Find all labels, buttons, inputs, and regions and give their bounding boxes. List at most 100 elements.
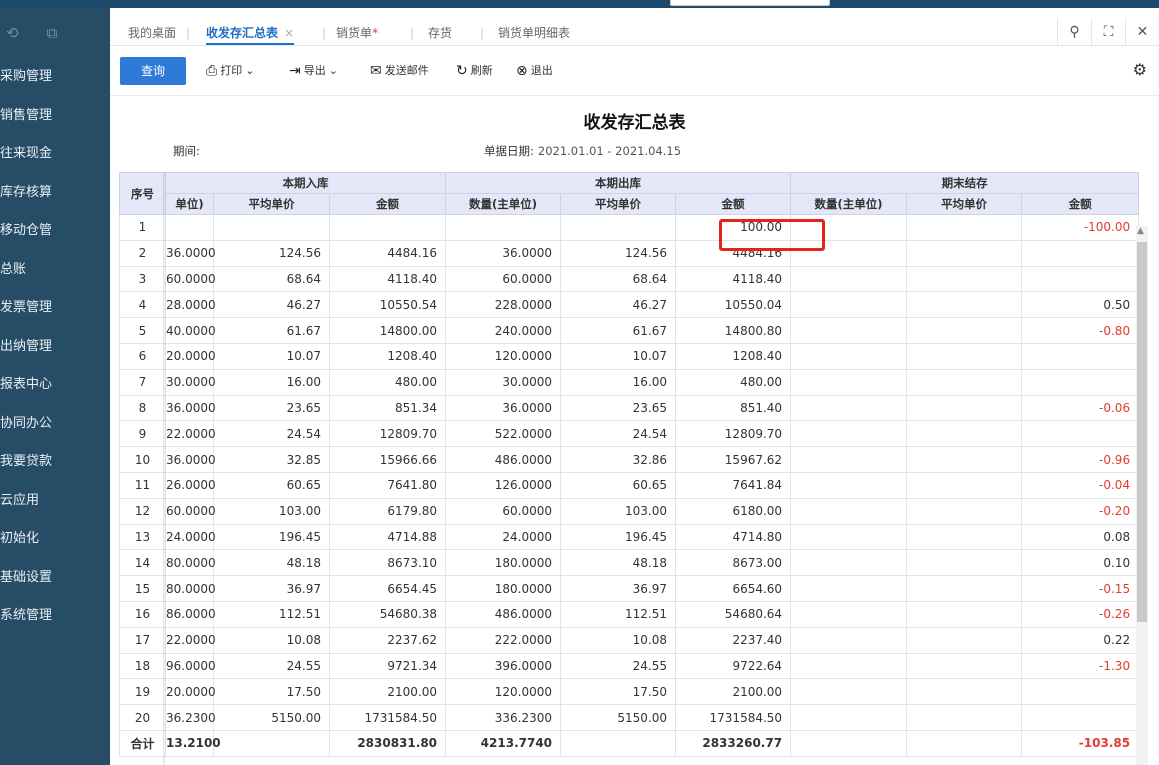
- table-row[interactable]: 19 20.0000 17.50 2100.00 120.0000 17.50 2100.0…: [119, 678, 1140, 706]
- table-cell[interactable]: 86.0000: [165, 600, 216, 628]
- table-cell[interactable]: -0.20: [1021, 497, 1140, 525]
- sidebar-item[interactable]: 基础设置: [0, 559, 110, 598]
- table-cell[interactable]: 5150.00: [213, 704, 330, 731]
- row-index-cell[interactable]: 9: [119, 420, 166, 448]
- table-row[interactable]: 9 22.0000 24.54 12809.70 522.0000 24.54 12809.…: [119, 420, 1140, 448]
- table-cell[interactable]: [790, 420, 908, 448]
- sidebar-item[interactable]: 往来现金: [0, 135, 110, 174]
- table-cell[interactable]: 36.97: [560, 575, 677, 602]
- table-cell[interactable]: 24.54: [213, 420, 330, 448]
- table-row[interactable]: 6 20.0000 10.07 1208.40 120.0000 10.07 1208.40: [119, 342, 1140, 370]
- table-cell[interactable]: -1.30: [1021, 652, 1140, 680]
- table-cell[interactable]: [790, 394, 908, 422]
- table-cell[interactable]: -100.00: [1021, 214, 1140, 241]
- table-cell[interactable]: 14800.00: [328, 317, 447, 344]
- table-cell[interactable]: 12809.70: [328, 420, 447, 448]
- row-index-cell[interactable]: 11: [119, 471, 166, 499]
- close-icon[interactable]: ×: [284, 26, 294, 40]
- table-cell[interactable]: 48.18: [213, 549, 330, 577]
- table-cell[interactable]: 1731584.50: [675, 704, 792, 731]
- row-index-cell[interactable]: 12: [119, 497, 166, 525]
- export-button[interactable]: ⇥ 导出 ⌄: [289, 61, 338, 81]
- table-cell[interactable]: [906, 575, 1023, 602]
- column-header[interactable]: 金额: [675, 193, 792, 215]
- row-index-cell[interactable]: 15: [119, 575, 166, 602]
- table-cell[interactable]: [906, 214, 1023, 241]
- table-cell[interactable]: 228.0000: [445, 291, 562, 319]
- table-cell[interactable]: 32.86: [560, 446, 677, 473]
- table-cell[interactable]: 10550.54: [328, 291, 447, 319]
- row-index-cell[interactable]: 13: [119, 523, 166, 551]
- query-button[interactable]: 查询: [120, 57, 186, 85]
- table-cell[interactable]: 36.0000: [165, 239, 216, 267]
- table-cell[interactable]: [1021, 704, 1140, 731]
- table-cell[interactable]: 24.54: [560, 420, 677, 448]
- scrollbar-thumb[interactable]: [1137, 242, 1147, 622]
- table-cell[interactable]: 120.0000: [445, 342, 562, 370]
- table-cell[interactable]: 96.0000: [165, 652, 216, 680]
- table-cell[interactable]: 4714.80: [675, 523, 792, 551]
- table-cell[interactable]: 60.0000: [165, 497, 216, 525]
- tab-sales-order[interactable]: | 销货单*: [322, 23, 378, 45]
- table-cell[interactable]: [906, 265, 1023, 293]
- table-cell[interactable]: 5150.00: [560, 704, 677, 731]
- row-index-cell[interactable]: 4: [119, 291, 166, 319]
- table-cell[interactable]: 61.67: [560, 317, 677, 344]
- table-cell[interactable]: 1208.40: [328, 342, 447, 370]
- table-cell[interactable]: 4714.88: [328, 523, 447, 551]
- table-cell[interactable]: [1021, 368, 1140, 396]
- table-cell[interactable]: 24.55: [560, 652, 677, 680]
- table-cell[interactable]: 180.0000: [445, 575, 562, 602]
- table-cell[interactable]: 36.0000: [445, 394, 562, 422]
- table-cell[interactable]: 0.10: [1021, 549, 1140, 577]
- table-cell[interactable]: 80.0000: [165, 549, 216, 577]
- vertical-scrollbar[interactable]: ▲: [1136, 226, 1148, 765]
- table-cell[interactable]: 240.0000: [445, 317, 562, 344]
- table-cell[interactable]: [790, 497, 908, 525]
- table-cell[interactable]: 10.07: [560, 342, 677, 370]
- table-cell[interactable]: 20.0000: [165, 678, 216, 706]
- table-cell[interactable]: 24.55: [213, 652, 330, 680]
- table-cell[interactable]: 24.0000: [445, 523, 562, 551]
- table-cell[interactable]: [906, 549, 1023, 577]
- table-cell[interactable]: 68.64: [560, 265, 677, 293]
- scroll-up-arrow-icon[interactable]: ▲: [1137, 226, 1144, 236]
- table-cell[interactable]: 22.0000: [165, 626, 216, 654]
- table-cell[interactable]: 112.51: [560, 600, 677, 628]
- table-cell[interactable]: 60.65: [560, 471, 677, 499]
- table-cell[interactable]: 180.0000: [445, 549, 562, 577]
- row-index-cell[interactable]: 16: [119, 600, 166, 628]
- table-cell[interactable]: [906, 626, 1023, 654]
- table-cell[interactable]: 486.0000: [445, 600, 562, 628]
- table-cell[interactable]: 17.50: [560, 678, 677, 706]
- sidebar-item[interactable]: 我要贷款: [0, 443, 110, 482]
- table-cell[interactable]: [790, 575, 908, 602]
- table-cell[interactable]: 16.00: [213, 368, 330, 396]
- table-cell[interactable]: 0.50: [1021, 291, 1140, 319]
- row-index-cell[interactable]: 3: [119, 265, 166, 293]
- column-header[interactable]: 数量(主单位): [445, 193, 562, 215]
- refresh-icon[interactable]: ⟲: [6, 24, 19, 42]
- table-cell[interactable]: [790, 265, 908, 293]
- table-cell[interactable]: 36.2300: [165, 704, 216, 731]
- tab-desktop[interactable]: 我的桌面 |: [128, 23, 190, 45]
- table-cell[interactable]: 54680.64: [675, 600, 792, 628]
- table-cell[interactable]: [213, 214, 330, 241]
- sidebar-item[interactable]: 移动仓管: [0, 212, 110, 251]
- row-index-cell[interactable]: 18: [119, 652, 166, 680]
- table-cell[interactable]: [906, 291, 1023, 319]
- column-header[interactable]: 金额: [1021, 193, 1140, 215]
- table-row[interactable]: 4 28.0000 46.27 10550.54 228.0000 46.27 10550.…: [119, 291, 1140, 319]
- tab-sales-detail[interactable]: | 销货单明细表: [480, 23, 570, 45]
- table-cell[interactable]: -0.06: [1021, 394, 1140, 422]
- table-cell[interactable]: 1208.40: [675, 342, 792, 370]
- table-cell[interactable]: 17.50: [213, 678, 330, 706]
- sidebar-item[interactable]: 协同办公: [0, 405, 110, 444]
- table-cell[interactable]: [1021, 342, 1140, 370]
- table-row[interactable]: 13 24.0000 196.45 4714.88 24.0000 196.45 4714.…: [119, 523, 1140, 551]
- table-cell[interactable]: 10.08: [560, 626, 677, 654]
- table-cell[interactable]: [790, 600, 908, 628]
- table-cell[interactable]: 6654.60: [675, 575, 792, 602]
- row-index-cell[interactable]: 17: [119, 626, 166, 654]
- column-header[interactable]: 单位): [165, 193, 214, 215]
